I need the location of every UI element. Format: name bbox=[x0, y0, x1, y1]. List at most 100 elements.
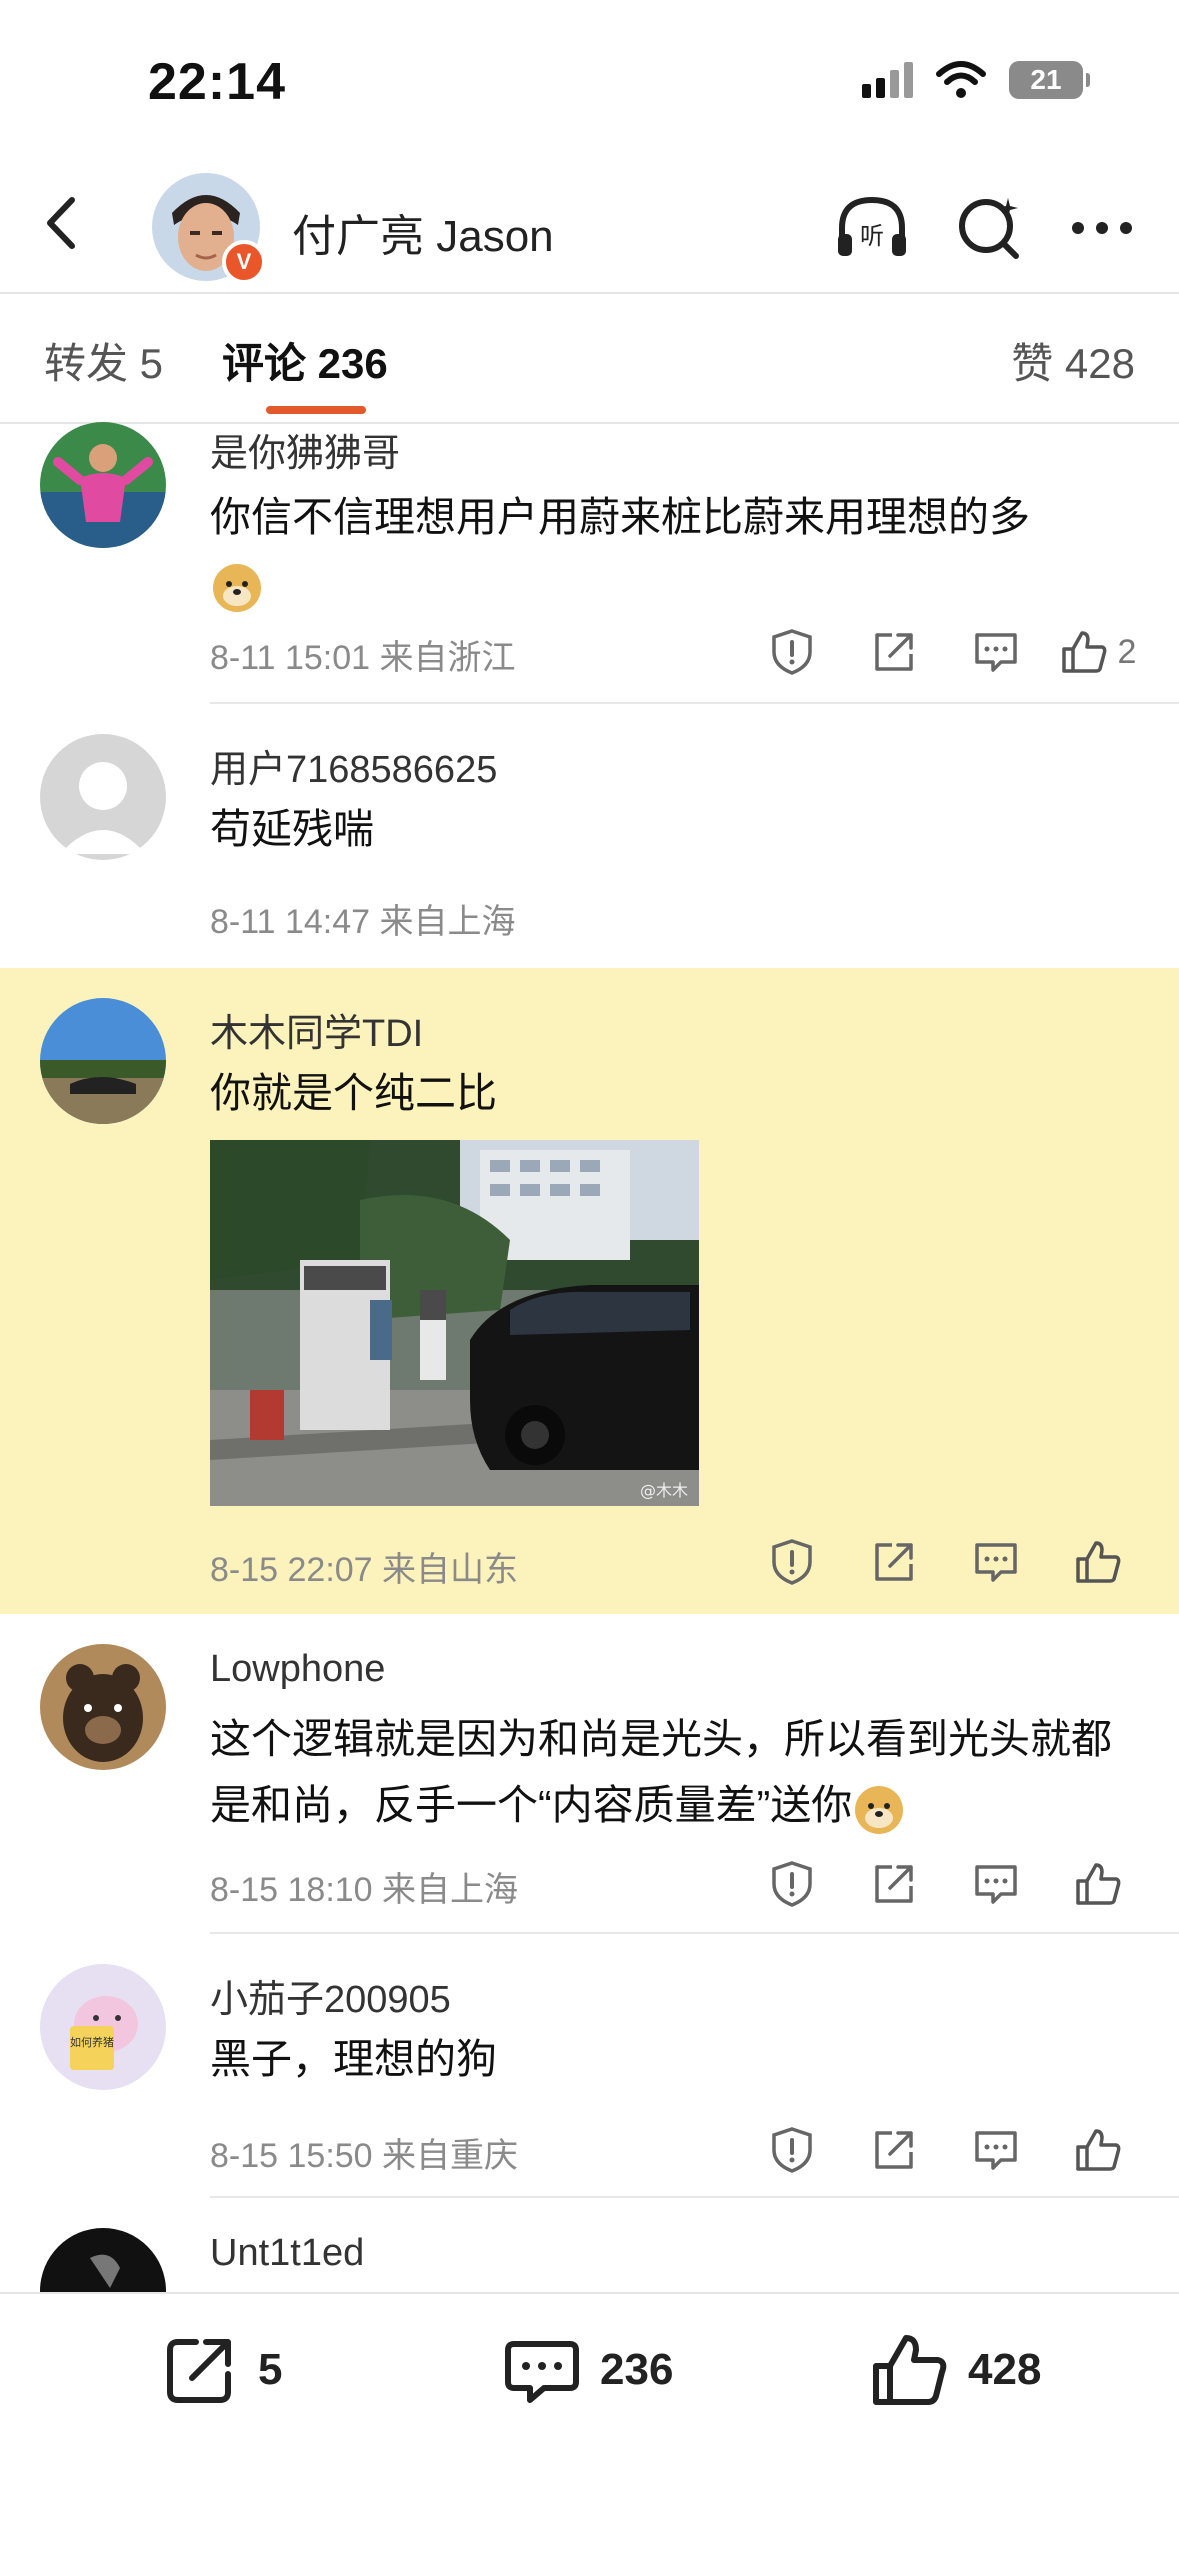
comment-body: 这个逻辑就是因为和尚是光头，所以看到光头就都是和尚，反手一个“内容质量差”送你 bbox=[210, 1716, 1112, 1828]
tab-comments[interactable]: 评论 236 bbox=[222, 330, 388, 391]
page-title[interactable]: 付广亮 Jason bbox=[292, 200, 554, 264]
share-button[interactable] bbox=[843, 2122, 945, 2178]
report-button[interactable] bbox=[741, 2122, 843, 2178]
commenter-name[interactable]: 木木同学TDI bbox=[210, 1002, 423, 1057]
comment-meta: 8-15 15:50 来自重庆 bbox=[210, 2137, 519, 2175]
comment-text: 这个逻辑就是因为和尚是光头，所以看到光头就都是和尚，反手一个“内容质量差”送你 bbox=[210, 1706, 1130, 1838]
thumbs-up-icon bbox=[873, 2335, 947, 2405]
comment-photo[interactable]: @木木 bbox=[210, 1140, 699, 1506]
comment-item: 是你狒狒哥 你信不信理想用户用蔚来桩比蔚来用理想的多 8-11 15:01 来自… bbox=[0, 422, 1179, 704]
nav-bar: V 付广亮 Jason 听 bbox=[0, 160, 1179, 294]
doge-emoji-icon bbox=[213, 564, 261, 613]
comment-text: 你信不信理想用户用蔚来桩比蔚来用理想的多 bbox=[210, 484, 1110, 616]
bottom-action-bar: 5 236 428 bbox=[0, 2292, 1179, 2556]
reply-button[interactable] bbox=[945, 2122, 1047, 2178]
reply-icon bbox=[975, 1543, 1017, 1582]
active-tab-indicator bbox=[266, 406, 366, 414]
avatar-book-text: 如何养猪 bbox=[70, 2035, 114, 2049]
headphones-listen-icon[interactable]: 听 bbox=[832, 188, 912, 268]
reply-button[interactable] bbox=[945, 1534, 1047, 1590]
commenter-name[interactable]: 是你狒狒哥 bbox=[210, 422, 400, 477]
back-arrow-icon[interactable] bbox=[30, 188, 100, 258]
share-icon bbox=[875, 1865, 913, 1903]
commenter-avatar[interactable]: 如何养猪 bbox=[40, 1964, 166, 2090]
report-button[interactable] bbox=[741, 624, 843, 680]
share-button[interactable] bbox=[843, 624, 945, 680]
listen-label: 听 bbox=[860, 222, 884, 250]
tab-repost[interactable]: 转发 5 bbox=[44, 330, 163, 391]
share-icon bbox=[875, 2131, 913, 2169]
thumbs-up-icon bbox=[1061, 631, 1106, 673]
comment-actions bbox=[741, 1856, 1149, 1912]
comment-meta: 8-11 14:47 来自上海 bbox=[210, 903, 516, 941]
comment-meta: 8-15 22:07 来自山东 bbox=[210, 1551, 519, 1589]
comment-item: 如何养猪 小茄子200905 黑子，理想的狗 8-15 15:50 来自重庆 bbox=[0, 1934, 1179, 2198]
share-button[interactable] bbox=[843, 1856, 945, 1912]
comment-actions bbox=[741, 2122, 1149, 2178]
thumbs-up-icon bbox=[1076, 1541, 1121, 1583]
thumbs-up-icon bbox=[1076, 2129, 1121, 2171]
commenter-avatar[interactable] bbox=[40, 422, 166, 548]
commenter-avatar[interactable] bbox=[40, 1644, 166, 1770]
like-button[interactable] bbox=[1047, 2122, 1149, 2178]
bottom-repost-count: 5 bbox=[258, 2345, 283, 2394]
tab-bar: 转发 5 评论 236 赞 428 bbox=[0, 294, 1179, 424]
comment-actions: 2 bbox=[741, 624, 1149, 680]
comment-item: Unt1t1ed bbox=[0, 2198, 1179, 2292]
comment-item: 用户7168586625 苟延残喘 8-11 14:47 来自上海 bbox=[0, 704, 1179, 968]
comment-text: 你就是个纯二比 bbox=[210, 1070, 497, 1116]
like-count: 2 bbox=[1117, 632, 1137, 671]
report-icon bbox=[772, 1539, 812, 1585]
commenter-avatar[interactable] bbox=[40, 734, 166, 860]
photo-watermark: @木木 bbox=[640, 1481, 688, 1500]
commenter-name[interactable]: 用户7168586625 bbox=[210, 738, 497, 793]
status-bar: 22:14 21 bbox=[0, 0, 1179, 160]
reply-button[interactable] bbox=[945, 1856, 1047, 1912]
commenter-avatar[interactable] bbox=[40, 2228, 166, 2292]
bottom-comment-count: 236 bbox=[600, 2345, 674, 2394]
comment-meta: 8-11 15:01 来自浙江 bbox=[210, 639, 516, 677]
share-icon bbox=[875, 633, 913, 671]
commenter-name[interactable]: Unt1t1ed bbox=[210, 2232, 364, 2275]
status-time: 22:14 bbox=[148, 53, 286, 111]
comment-meta: 8-15 18:10 来自上海 bbox=[210, 1871, 519, 1909]
doge-emoji-icon bbox=[855, 1786, 904, 1835]
share-button[interactable] bbox=[843, 1534, 945, 1590]
report-icon bbox=[772, 629, 812, 675]
verified-badge: V bbox=[222, 240, 266, 284]
comment-actions bbox=[741, 1534, 1149, 1590]
bottom-like-count: 428 bbox=[968, 2345, 1042, 2394]
more-options-icon[interactable] bbox=[1062, 188, 1142, 268]
bottom-repost-button[interactable]: 5 bbox=[160, 2330, 282, 2410]
status-icons: 21 bbox=[862, 60, 1090, 100]
comment-text: 黑子，理想的狗 bbox=[210, 2036, 497, 2082]
reply-button[interactable] bbox=[945, 624, 1047, 680]
report-icon bbox=[772, 1861, 812, 1907]
like-button[interactable] bbox=[1047, 1534, 1149, 1590]
reply-icon bbox=[975, 1865, 1017, 1904]
commenter-name[interactable]: 小茄子200905 bbox=[210, 1968, 451, 2023]
comment-icon bbox=[505, 2341, 579, 2403]
reply-icon bbox=[975, 2131, 1017, 2170]
bottom-comment-button[interactable]: 236 bbox=[502, 2330, 673, 2410]
tab-likes[interactable]: 赞 428 bbox=[1011, 330, 1135, 391]
report-icon bbox=[772, 2127, 812, 2173]
comment-text: 苟延残喘 bbox=[210, 806, 374, 852]
cellular-signal-icon bbox=[862, 62, 913, 98]
battery-level: 21 bbox=[1030, 64, 1062, 95]
report-button[interactable] bbox=[741, 1856, 843, 1912]
wifi-icon bbox=[936, 61, 986, 98]
reply-icon bbox=[975, 633, 1017, 672]
thumbs-up-icon bbox=[1076, 1863, 1121, 1905]
commenter-name[interactable]: Lowphone bbox=[210, 1648, 385, 1691]
report-button[interactable] bbox=[741, 1534, 843, 1590]
repost-icon bbox=[167, 2339, 231, 2403]
like-button[interactable] bbox=[1047, 1856, 1149, 1912]
search-icon[interactable] bbox=[950, 188, 1030, 268]
bottom-like-button[interactable]: 428 bbox=[870, 2330, 1041, 2410]
like-button[interactable]: 2 bbox=[1047, 624, 1149, 680]
comment-body: 你信不信理想用户用蔚来桩比蔚来用理想的多 bbox=[210, 494, 1030, 540]
share-icon bbox=[875, 1543, 913, 1581]
commenter-avatar[interactable] bbox=[40, 998, 166, 1124]
battery-indicator: 21 bbox=[1009, 61, 1090, 99]
